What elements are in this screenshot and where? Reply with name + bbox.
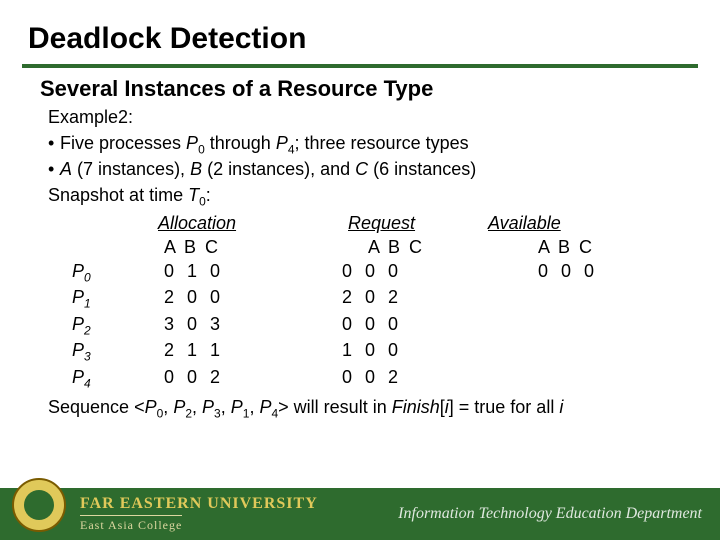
slide: Deadlock Detection Several Instances of … [0, 0, 720, 540]
header-request: Request [308, 212, 478, 236]
bullet2-btxt: (2 instances), and [202, 159, 355, 179]
available-cell [478, 366, 638, 392]
snapshot-line: Snapshot at time T0: [48, 184, 680, 210]
snapshot-post: : [206, 185, 211, 205]
bullet1-p4-sub: 4 [288, 142, 295, 156]
slide-title: Deadlock Detection [0, 0, 720, 62]
header-allocation: Allocation [158, 212, 308, 236]
snapshot-pre: Snapshot at time [48, 185, 188, 205]
bullet1-text-mid: through [205, 133, 276, 153]
university-name: FAR EASTERN UNIVERSITY [80, 495, 318, 513]
header-available: Available [478, 212, 638, 236]
available-cell [478, 313, 638, 339]
college-name: East Asia College [80, 515, 182, 533]
table-abc-row: A B C A B C A B C [48, 236, 680, 260]
seq-finish: Finish [392, 397, 440, 417]
table-row: P32 1 11 0 0 [48, 339, 680, 365]
sequence-line: Sequence <P0, P2, P3, P1, P4> will resul… [48, 396, 680, 422]
process-label: P1 [48, 286, 158, 312]
snapshot-T: T [188, 185, 199, 205]
alloc-cell: 2 1 1 [158, 339, 308, 365]
bullet-2: •A (7 instances), B (2 instances), and C… [48, 158, 680, 182]
abc-blank [48, 236, 158, 260]
bullet2-c: C [355, 159, 368, 179]
seq-post: = true for all [454, 397, 560, 417]
seq-process: P [145, 397, 157, 417]
seq-separator: , [221, 397, 231, 417]
seq-mid: > will result in [278, 397, 392, 417]
seq-process-sub: 2 [185, 407, 192, 421]
seq-process: P [259, 397, 271, 417]
slide-subtitle: Several Instances of a Resource Type [0, 74, 720, 106]
table-row: P00 1 00 0 00 0 0 [48, 260, 680, 286]
table-row: P23 0 30 0 0 [48, 313, 680, 339]
process-label: P3 [48, 339, 158, 365]
abc-avail: A B C [478, 236, 638, 260]
bullet1-p0-sub: 0 [198, 142, 205, 156]
request-cell: 2 0 2 [308, 286, 478, 312]
available-cell [478, 286, 638, 312]
bullet1-text-a: Five processes [60, 133, 186, 153]
available-cell [478, 339, 638, 365]
slide-body: Example2: •Five processes P0 through P4;… [0, 106, 720, 422]
university-block: FAR EASTERN UNIVERSITY East Asia College [80, 495, 318, 534]
seq-process: P [202, 397, 214, 417]
bullet-list: •Five processes P0 through P4; three res… [48, 132, 680, 182]
table-header-row: Allocation Request Available [48, 212, 680, 236]
bullet1-p4: P [276, 133, 288, 153]
seq-separator: , [163, 397, 173, 417]
title-rule [22, 64, 698, 68]
bullet-dot-icon: • [48, 132, 60, 156]
alloc-cell: 3 0 3 [158, 313, 308, 339]
seq-separator: , [249, 397, 259, 417]
alloc-cell: 2 0 0 [158, 286, 308, 312]
process-label: P0 [48, 260, 158, 286]
table-row: P12 0 02 0 2 [48, 286, 680, 312]
alloc-cell: 0 0 2 [158, 366, 308, 392]
header-blank [48, 212, 158, 236]
table-row: P40 0 20 0 2 [48, 366, 680, 392]
bullet1-text-post: ; three resource types [295, 133, 469, 153]
process-label: P2 [48, 313, 158, 339]
footer-bar: FAR EASTERN UNIVERSITY East Asia College… [0, 488, 720, 540]
snapshot-T-sub: 0 [199, 195, 206, 209]
process-label: P4 [48, 366, 158, 392]
seq-i2: i [559, 397, 563, 417]
bullet2-atxt: (7 instances), [72, 159, 190, 179]
bullet1-p0: P [186, 133, 198, 153]
seq-process: P [173, 397, 185, 417]
request-cell: 0 0 2 [308, 366, 478, 392]
seq-process-sub: 3 [214, 407, 221, 421]
university-seal-icon [10, 476, 70, 536]
seq-pre: Sequence < [48, 397, 145, 417]
abc-alloc: A B C [158, 236, 308, 260]
bullet-1: •Five processes P0 through P4; three res… [48, 132, 680, 158]
request-cell: 0 0 0 [308, 260, 478, 286]
request-cell: 0 0 0 [308, 313, 478, 339]
request-cell: 1 0 0 [308, 339, 478, 365]
resource-table: Allocation Request Available A B C A B C… [48, 212, 680, 392]
department-name: Information Technology Education Departm… [398, 505, 702, 523]
abc-req: A B C [308, 236, 478, 260]
available-cell: 0 0 0 [478, 260, 638, 286]
seq-separator: , [192, 397, 202, 417]
bullet-dot-icon: • [48, 158, 60, 182]
bullet2-ctxt: (6 instances) [368, 159, 476, 179]
alloc-cell: 0 1 0 [158, 260, 308, 286]
seq-process: P [231, 397, 243, 417]
example-label: Example2: [48, 106, 680, 130]
bullet2-a: A [60, 159, 72, 179]
bullet2-b: B [190, 159, 202, 179]
